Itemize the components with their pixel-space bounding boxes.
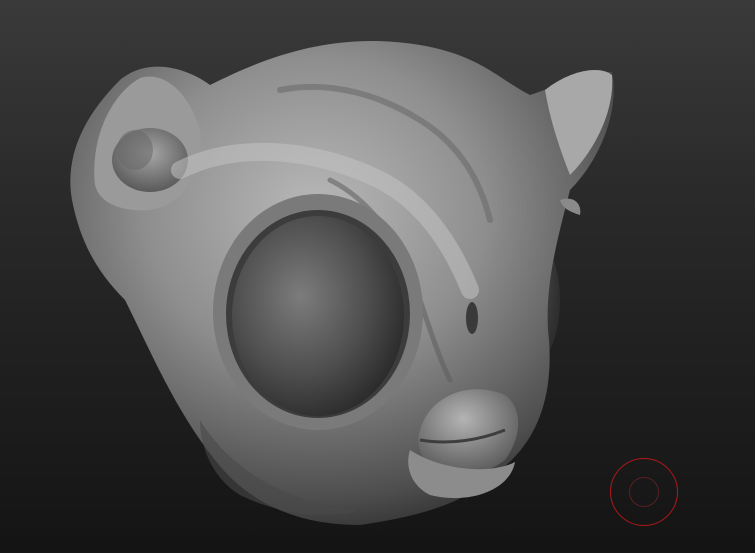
- brush-cursor-inner-ring: [629, 477, 659, 507]
- left-ear-hollow-shadow: [117, 130, 153, 170]
- sculpt-viewport[interactable]: [0, 0, 755, 553]
- left-eyeball: [232, 216, 404, 416]
- nostril: [466, 302, 478, 334]
- brush-cursor: [610, 458, 678, 526]
